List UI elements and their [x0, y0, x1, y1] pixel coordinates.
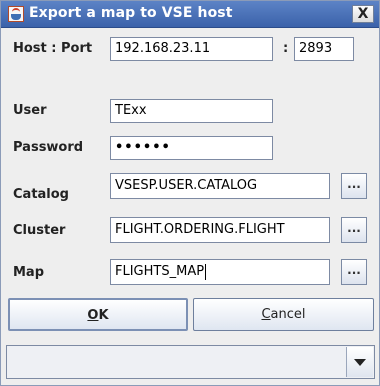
cluster-label: Cluster — [13, 223, 66, 238]
chevron-down-icon[interactable] — [346, 347, 373, 377]
cluster-browse-button[interactable]: ... — [341, 217, 367, 243]
cluster-field[interactable]: FLIGHT.ORDERING.FLIGHT — [110, 217, 330, 243]
host-field[interactable]: 192.168.23.11 — [110, 37, 273, 61]
export-dialog: Export a map to VSE host X Host : Port 1… — [0, 0, 380, 386]
password-field[interactable]: •••••• — [110, 136, 273, 160]
user-field[interactable]: TExx — [110, 99, 273, 123]
catalog-label: Catalog — [13, 187, 69, 202]
user-label: User — [13, 103, 47, 118]
catalog-field[interactable]: VSESP.USER.CATALOG — [110, 173, 330, 199]
text-caret — [205, 263, 207, 280]
window-title: Export a map to VSE host — [29, 5, 233, 21]
map-label: Map — [13, 265, 45, 280]
ok-button[interactable]: OK — [8, 298, 188, 331]
port-separator: : — [283, 41, 289, 56]
title-bar[interactable]: Export a map to VSE host X — [1, 1, 379, 28]
map-value: FLIGHTS_MAP — [115, 264, 205, 279]
catalog-browse-button[interactable]: ... — [341, 173, 367, 199]
close-button[interactable]: X — [352, 5, 374, 23]
host-port-label: Host : Port — [13, 41, 93, 56]
host-selector-combo[interactable] — [6, 345, 375, 379]
password-label: Password — [13, 140, 84, 155]
map-field[interactable]: FLIGHTS_MAP — [110, 259, 330, 285]
cancel-button[interactable]: Cancel — [193, 298, 374, 331]
cancel-label-rest: ancel — [270, 307, 306, 322]
ok-mnemonic: O — [87, 308, 99, 323]
port-field[interactable]: 2893 — [294, 37, 354, 61]
java-cup-icon — [8, 6, 24, 22]
ok-label-rest: K — [98, 308, 109, 323]
cancel-mnemonic: C — [261, 307, 271, 322]
map-browse-button[interactable]: ... — [341, 259, 367, 285]
